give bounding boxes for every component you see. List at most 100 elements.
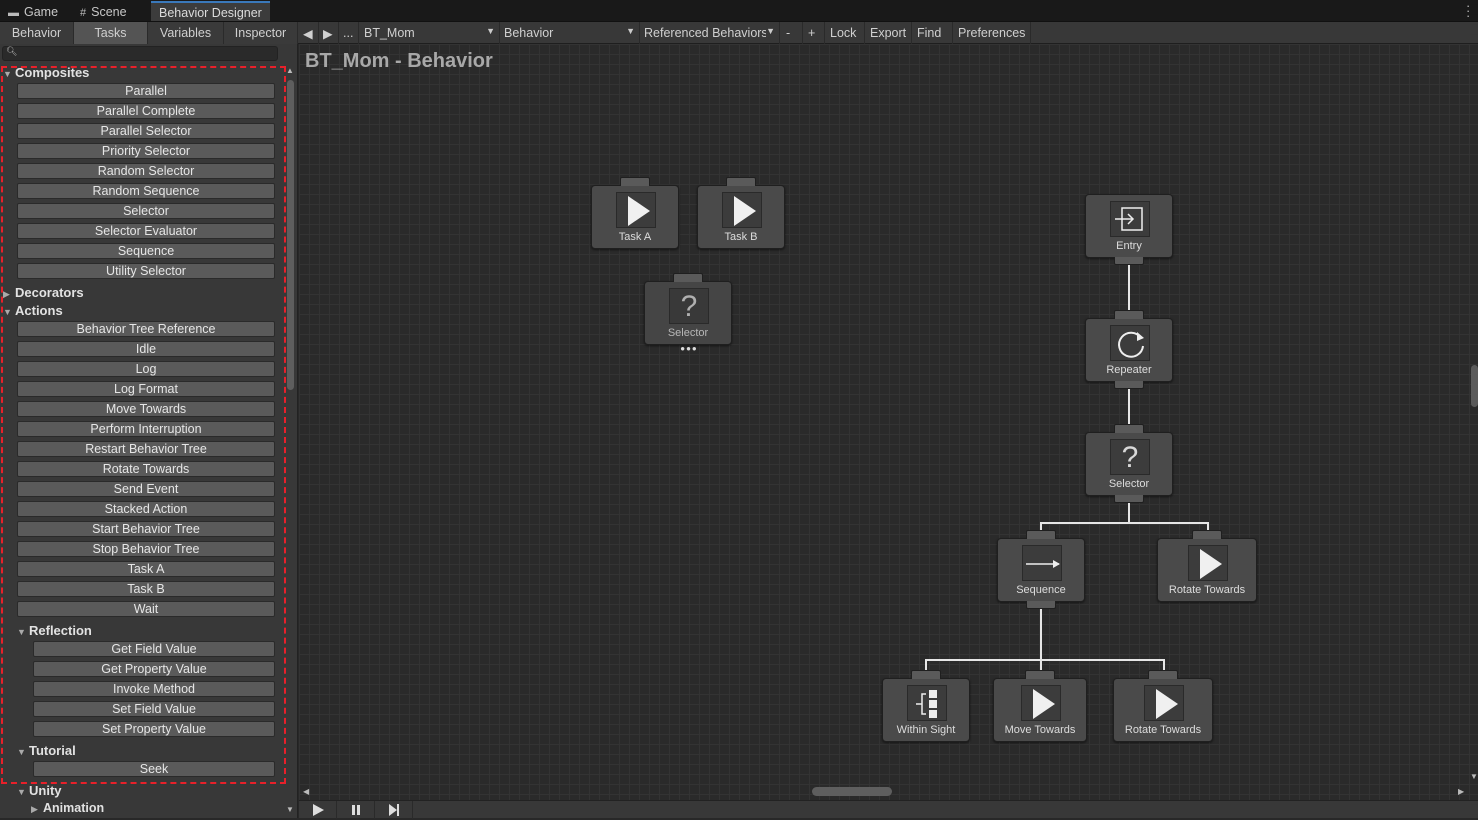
task-button[interactable]: Get Property Value	[33, 661, 275, 677]
vertical-scrollbar-thumb[interactable]	[1471, 365, 1478, 407]
task-button[interactable]: Behavior Tree Reference	[17, 321, 275, 337]
node-move-towards[interactable]: Move Towards	[993, 670, 1087, 742]
forward-arrow-icon[interactable]: ▶	[319, 22, 339, 44]
task-button[interactable]: Stacked Action	[17, 501, 275, 517]
task-button[interactable]: Selector	[17, 203, 275, 219]
node-output-port[interactable]	[1114, 381, 1144, 389]
task-button[interactable]: Set Property Value	[33, 721, 275, 737]
tab-behavior[interactable]: Behavior	[0, 22, 74, 44]
lock-button[interactable]: Lock	[825, 22, 865, 44]
task-button[interactable]: Get Field Value	[33, 641, 275, 657]
node-input-port[interactable]	[726, 177, 756, 186]
task-button[interactable]: Invoke Method	[33, 681, 275, 697]
tab-game[interactable]: ▬ Game	[0, 2, 66, 22]
node-rotate-towards-2[interactable]: Rotate Towards	[1113, 670, 1213, 742]
category-actions[interactable]: ▼ Actions	[3, 303, 63, 319]
node-input-port[interactable]	[911, 670, 941, 679]
task-button[interactable]: Parallel Complete	[17, 103, 275, 119]
node-task-b[interactable]: Task B	[697, 177, 785, 249]
node-input-port[interactable]	[1026, 530, 1056, 539]
tab-scene[interactable]: # Scene	[72, 2, 135, 22]
task-button[interactable]: Stop Behavior Tree	[17, 541, 275, 557]
node-entry[interactable]: Entry	[1085, 194, 1173, 265]
node-input-port[interactable]	[1148, 670, 1178, 679]
task-button[interactable]: Selector Evaluator	[17, 223, 275, 239]
node-input-port[interactable]	[1114, 424, 1144, 433]
task-button[interactable]: Log Format	[17, 381, 275, 397]
node-task-a[interactable]: Task A	[591, 177, 679, 249]
task-button[interactable]: Restart Behavior Tree	[17, 441, 275, 457]
node-within-sight[interactable]: Within Sight	[882, 670, 970, 742]
scroll-down-icon[interactable]: ▼	[286, 805, 294, 814]
plus-button[interactable]: +	[803, 22, 825, 44]
task-button[interactable]: Sequence	[17, 243, 275, 259]
kebab-menu-icon[interactable]: · · ·	[1466, 0, 1470, 22]
referenced-behaviors-dropdown[interactable]: Referenced Behaviors ▼	[640, 22, 780, 44]
minus-button[interactable]: -	[781, 22, 803, 44]
task-button[interactable]: Wait	[17, 601, 275, 617]
tab-variables[interactable]: Variables	[148, 22, 224, 44]
task-button[interactable]: Log	[17, 361, 275, 377]
find-button[interactable]: Find	[912, 22, 953, 44]
task-list-scrollbar-thumb[interactable]	[287, 80, 294, 390]
tab-behavior-designer[interactable]: Behavior Designer	[151, 1, 270, 21]
ellipsis-button[interactable]: ...	[339, 22, 359, 44]
graph-canvas[interactable]: BT_Mom - Behavior Task A Task B ? Select…	[299, 44, 1478, 801]
task-button[interactable]: Send Event	[17, 481, 275, 497]
task-button[interactable]: Task A	[17, 561, 275, 577]
task-button[interactable]: Utility Selector	[17, 263, 275, 279]
tab-tasks[interactable]: Tasks	[74, 22, 148, 44]
scroll-right-icon[interactable]: ▶	[1458, 787, 1464, 796]
play-button[interactable]	[299, 801, 337, 819]
task-button[interactable]: Parallel Selector	[17, 123, 275, 139]
node-input-port[interactable]	[1192, 530, 1222, 539]
node-repeater[interactable]: Repeater	[1085, 310, 1173, 389]
task-button[interactable]: Perform Interruption	[17, 421, 275, 437]
node-sequence[interactable]: Sequence	[997, 530, 1085, 609]
task-button[interactable]: Rotate Towards	[17, 461, 275, 477]
expand-down-icon: ▼	[17, 747, 26, 757]
task-button[interactable]: Seek	[33, 761, 275, 777]
task-button[interactable]: Random Selector	[17, 163, 275, 179]
category-animation[interactable]: ▶ Animation	[31, 801, 104, 817]
search-input[interactable]: 🔍︎	[2, 46, 278, 61]
node-input-port[interactable]	[620, 177, 650, 186]
node-input-port[interactable]	[1114, 310, 1144, 319]
task-button[interactable]: Start Behavior Tree	[17, 521, 275, 537]
step-button[interactable]	[375, 801, 413, 819]
node-selector[interactable]: ? Selector	[1085, 424, 1173, 503]
grid-icon: #	[80, 7, 87, 19]
task-button[interactable]: Idle	[17, 341, 275, 357]
node-orphan-selector[interactable]: ? Selector ●●●	[644, 273, 732, 353]
tab-inspector[interactable]: Inspector	[224, 22, 298, 44]
graph-scroll-down-icon[interactable]: ▼	[1470, 772, 1478, 781]
task-button[interactable]: Move Towards	[17, 401, 275, 417]
preferences-button[interactable]: Preferences	[953, 22, 1031, 44]
task-button[interactable]: Random Sequence	[17, 183, 275, 199]
category-decorators[interactable]: ▶ Decorators	[3, 285, 84, 301]
scroll-left-icon[interactable]: ◀	[303, 787, 309, 796]
horizontal-scrollbar-thumb[interactable]	[812, 787, 892, 796]
export-button[interactable]: Export	[865, 22, 912, 44]
tree-dropdown[interactable]: BT_Mom ▼	[360, 22, 500, 44]
node-output-port[interactable]	[1114, 257, 1144, 265]
pause-button[interactable]	[337, 801, 375, 819]
task-button[interactable]: Set Field Value	[33, 701, 275, 717]
node-rotate-towards[interactable]: Rotate Towards	[1157, 530, 1257, 602]
node-input-port[interactable]	[1025, 670, 1055, 679]
collapsed-children-icon[interactable]: ●●●	[676, 345, 702, 353]
task-button[interactable]: Task B	[17, 581, 275, 597]
scroll-up-icon[interactable]: ▲	[286, 66, 294, 75]
connection-selector-sequence	[1040, 501, 1130, 530]
task-button[interactable]: Parallel	[17, 83, 275, 99]
category-composites[interactable]: ▼ Composites	[3, 65, 89, 81]
behavior-dropdown[interactable]: Behavior ▼	[500, 22, 640, 44]
category-unity[interactable]: ▼ Unity	[17, 783, 62, 799]
task-button[interactable]: Priority Selector	[17, 143, 275, 159]
node-output-port[interactable]	[1026, 601, 1056, 609]
category-reflection[interactable]: ▼ Reflection	[17, 623, 92, 639]
back-arrow-icon[interactable]: ◀	[299, 22, 319, 44]
node-input-port[interactable]	[673, 273, 703, 282]
category-tutorial[interactable]: ▼ Tutorial	[17, 743, 76, 759]
node-output-port[interactable]	[1114, 495, 1144, 503]
